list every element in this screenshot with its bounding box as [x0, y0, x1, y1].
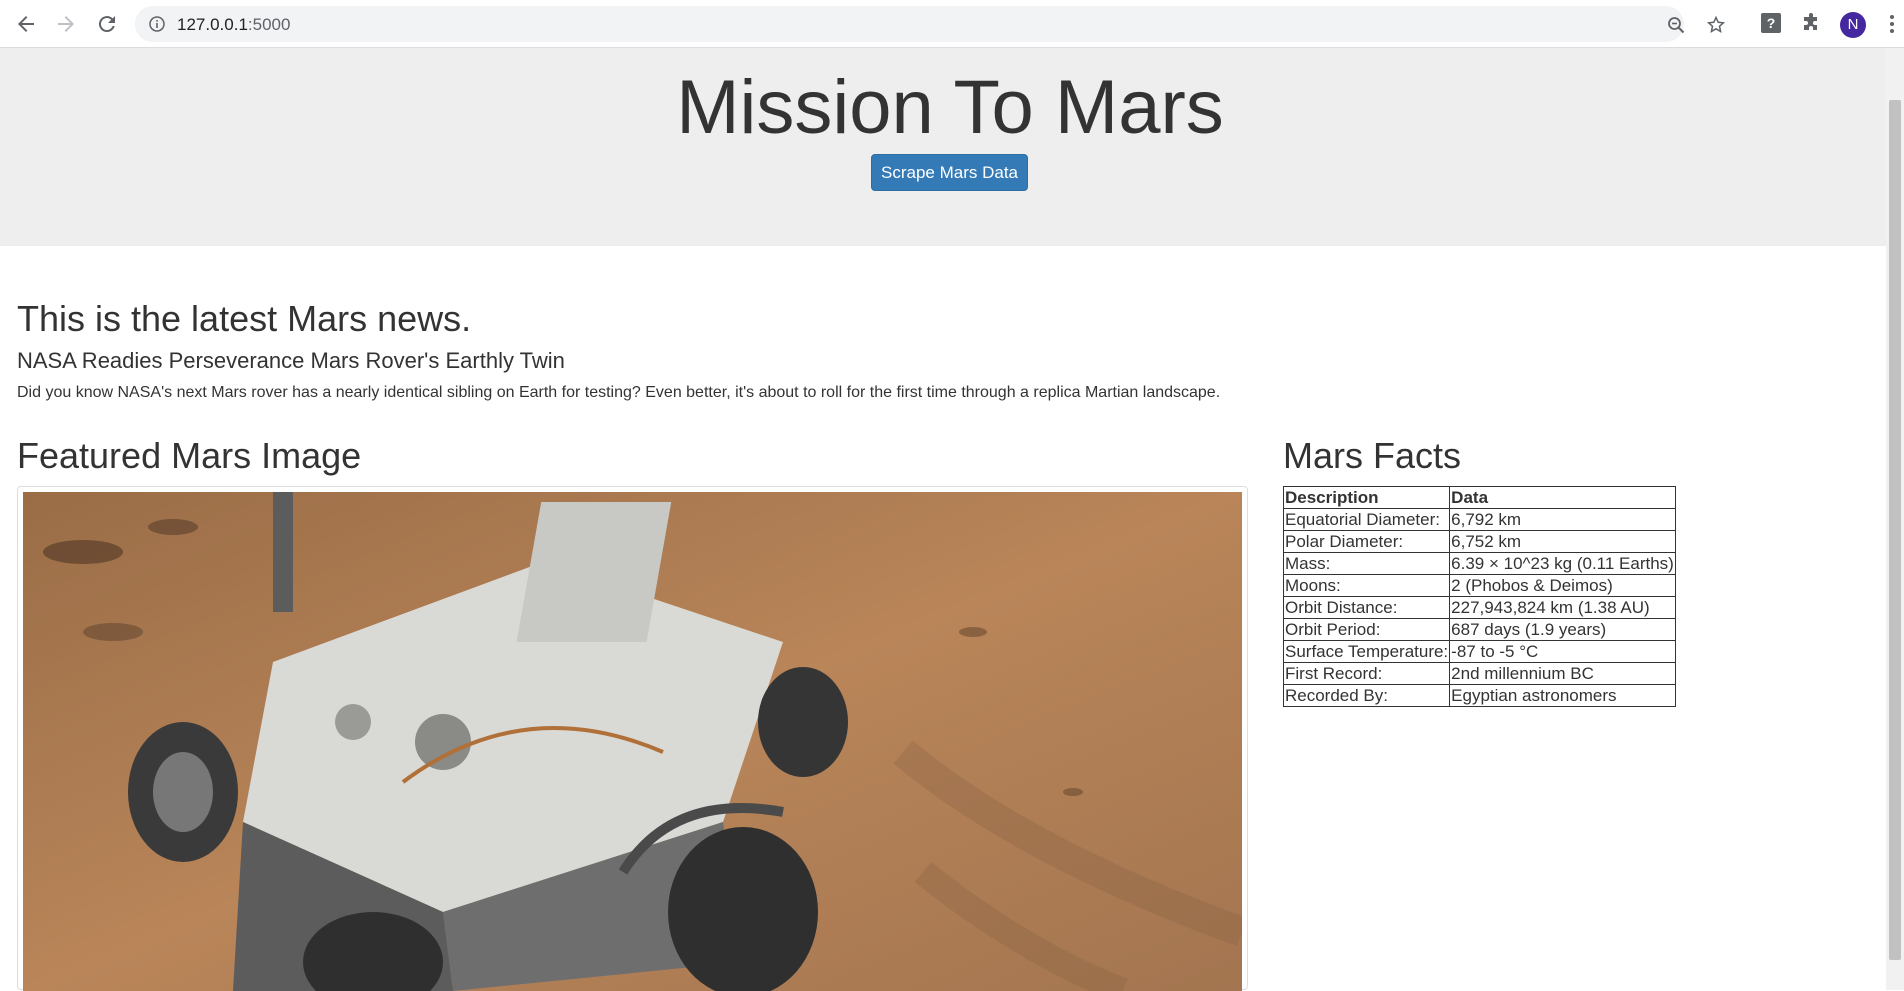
- star-bookmark-icon[interactable]: [1706, 15, 1726, 34]
- fact-description: Surface Temperature:: [1282, 640, 1451, 663]
- mars-facts-table: Description Data Equatorial Diameter: 6,7…: [1282, 486, 1676, 707]
- fact-value: 6.39 × 10^23 kg (0.11 Earths): [1449, 552, 1676, 575]
- fact-value: 227,943,824 km (1.38 AU): [1449, 596, 1676, 619]
- news-title: NASA Readies Perseverance Mars Rover's E…: [17, 348, 565, 373]
- table-row: Orbit Distance: 227,943,824 km (1.38 AU): [1282, 596, 1676, 619]
- fact-description: Polar Diameter:: [1282, 530, 1451, 553]
- fact-description: Moons:: [1282, 574, 1451, 597]
- info-icon[interactable]: [149, 16, 165, 32]
- fact-value: -87 to -5 °C: [1449, 640, 1676, 663]
- help-extension-icon[interactable]: ?: [1760, 12, 1782, 34]
- url-text: 127.0.0.1:5000: [177, 15, 290, 35]
- fact-value: Egyptian astronomers: [1449, 684, 1676, 707]
- table-row: Recorded By: Egyptian astronomers: [1282, 684, 1676, 707]
- kebab-menu-icon[interactable]: [1888, 12, 1896, 36]
- table-row: Moons: 2 (Phobos & Deimos): [1282, 574, 1676, 597]
- fact-value: 2 (Phobos & Deimos): [1449, 574, 1676, 597]
- fact-description: Equatorial Diameter:: [1282, 508, 1451, 531]
- fact-description: Recorded By:: [1282, 684, 1451, 707]
- fact-value: 6,752 km: [1449, 530, 1676, 553]
- profile-avatar[interactable]: N: [1840, 12, 1866, 38]
- fact-value: 6,792 km: [1449, 508, 1676, 531]
- svg-text:?: ?: [1767, 15, 1776, 31]
- page-title: Mission To Mars: [676, 65, 1224, 150]
- table-row: Equatorial Diameter: 6,792 km: [1282, 508, 1676, 531]
- table-row: Polar Diameter: 6,752 km: [1282, 530, 1676, 553]
- featured-mars-rover-image: [23, 492, 1242, 991]
- back-arrow-icon[interactable]: [14, 12, 38, 36]
- fact-description: Orbit Distance:: [1282, 596, 1451, 619]
- scrollbar-thumb[interactable]: [1889, 100, 1901, 960]
- news-paragraph: Did you know NASA's next Mars rover has …: [17, 384, 1221, 401]
- table-row: First Record: 2nd millennium BC: [1282, 662, 1676, 685]
- browser-toolbar: 127.0.0.1:5000 ? N: [0, 0, 1904, 48]
- table-row: Orbit Period: 687 days (1.9 years): [1282, 618, 1676, 641]
- forward-arrow-icon[interactable]: [54, 12, 78, 36]
- table-row: Mass: 6.39 × 10^23 kg (0.11 Earths): [1282, 552, 1676, 575]
- fact-description: Mass:: [1282, 552, 1451, 575]
- featured-image-thumbnail: [17, 486, 1248, 991]
- zoom-icon[interactable]: [1667, 16, 1685, 34]
- puzzle-extensions-icon[interactable]: [1801, 12, 1823, 34]
- featured-image-heading: Featured Mars Image: [17, 435, 362, 476]
- fact-description: First Record:: [1282, 662, 1451, 685]
- page-scrollbar[interactable]: [1886, 48, 1904, 990]
- fact-value: 687 days (1.9 years): [1449, 618, 1676, 641]
- jumbotron: Mission To Mars Scrape Mars Data: [0, 48, 1886, 246]
- mars-facts-heading: Mars Facts: [1283, 435, 1462, 476]
- news-heading: This is the latest Mars news.: [17, 298, 472, 339]
- column-header: Description: [1282, 486, 1451, 509]
- url-host: 127.0.0.1: [177, 15, 248, 34]
- reload-icon[interactable]: [95, 12, 119, 36]
- fact-value: 2nd millennium BC: [1449, 662, 1676, 685]
- column-header: Data: [1449, 486, 1676, 509]
- table-row: Surface Temperature: -87 to -5 °C: [1282, 640, 1676, 663]
- table-header-row: Description Data: [1282, 486, 1676, 509]
- scrape-button[interactable]: Scrape Mars Data: [871, 154, 1028, 191]
- fact-description: Orbit Period:: [1282, 618, 1451, 641]
- address-bar[interactable]: 127.0.0.1:5000: [135, 6, 1726, 42]
- url-port: :5000: [247, 15, 291, 34]
